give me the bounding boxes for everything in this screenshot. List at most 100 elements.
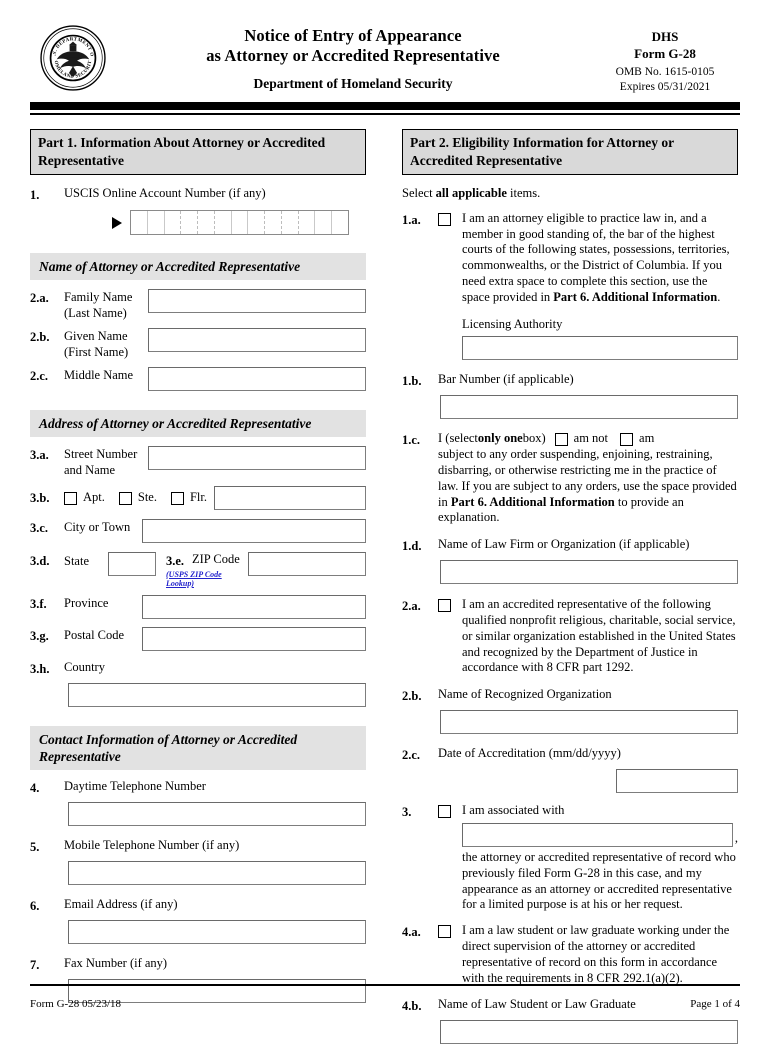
omb-block: DHS Form G-28 OMB No. 1615-0105 Expires … bbox=[590, 22, 740, 95]
email-address-input[interactable] bbox=[68, 920, 366, 944]
postal-code-input[interactable] bbox=[142, 627, 366, 651]
item-1a-checkbox[interactable] bbox=[438, 212, 451, 226]
item-4-label: Daytime Telephone Number bbox=[64, 779, 206, 793]
item-3-checkbox[interactable] bbox=[438, 805, 451, 819]
item-2b-number: 2.b. bbox=[402, 689, 422, 704]
instruction-bold: all applicable bbox=[435, 186, 507, 200]
form-title-line-2: as Attorney or Accredited Representative bbox=[206, 46, 500, 65]
dhs-seal-icon: U.S. DEPARTMENT OF HOMELAND SECURITY bbox=[39, 24, 106, 91]
account-number-cell[interactable] bbox=[248, 211, 266, 234]
am-not-label: am not bbox=[573, 431, 609, 446]
item-1c-text: subject to any order suspending, enjoini… bbox=[438, 447, 738, 526]
item-2b-label: Name of Recognized Organization bbox=[438, 687, 612, 702]
item-3d-3e-row: 3.d. State 3.e. ZIP Code (USPS ZIP Code … bbox=[30, 552, 366, 588]
family-name-input[interactable] bbox=[148, 289, 366, 313]
item-3-comma: , bbox=[734, 831, 738, 846]
agency-name: Department of Homeland Security bbox=[253, 76, 453, 91]
item-5-row: 5. Mobile Telephone Number (if any) bbox=[30, 838, 366, 856]
item-3-text: the attorney or accredited representativ… bbox=[462, 849, 736, 912]
item-3a-label-line1: Street Number bbox=[64, 447, 138, 461]
form-columns: Part 1. Information About Attorney or Ac… bbox=[30, 129, 740, 1044]
account-number-cell[interactable] bbox=[181, 211, 199, 234]
item-7-number: 7. bbox=[30, 958, 40, 972]
item-3g-number: 3.g. bbox=[30, 629, 49, 643]
ste-checkbox[interactable] bbox=[118, 491, 132, 505]
account-number-cell[interactable] bbox=[332, 211, 348, 234]
item-3-right-number: 3. bbox=[402, 805, 412, 820]
item-1a-number: 1.a. bbox=[402, 212, 421, 227]
item-1b-label: Bar Number (if applicable) bbox=[438, 372, 574, 387]
item-2a-checkbox[interactable] bbox=[438, 599, 451, 613]
item-3a-row: 3.a. Street Number and Name bbox=[30, 446, 366, 478]
item-4a-number: 4.a. bbox=[402, 925, 421, 940]
footer-form-id: Form G-28 05/23/18 bbox=[30, 998, 122, 1010]
item-3a-label: Street Number and Name bbox=[64, 446, 148, 478]
item-3c-number: 3.c. bbox=[30, 521, 49, 535]
form-number: Form G-28 bbox=[634, 46, 696, 61]
item-3b-number: 3.b. bbox=[30, 491, 50, 505]
associated-attorney-input[interactable] bbox=[462, 822, 733, 847]
middle-name-input[interactable] bbox=[148, 367, 366, 391]
mobile-telephone-input[interactable] bbox=[68, 861, 366, 885]
law-firm-name-input[interactable] bbox=[440, 560, 738, 585]
account-number-cell[interactable] bbox=[148, 211, 165, 234]
state-input[interactable] bbox=[108, 552, 156, 576]
item-1a-text-post: . bbox=[717, 289, 721, 304]
form-title-block: Notice of Entry of Appearance as Attorne… bbox=[116, 22, 590, 93]
item-6-label: Email Address (if any) bbox=[64, 897, 178, 911]
recognized-organization-input[interactable] bbox=[440, 710, 738, 735]
seal-container: U.S. DEPARTMENT OF HOMELAND SECURITY bbox=[30, 22, 116, 92]
am-label: am bbox=[639, 431, 655, 446]
account-number-cell[interactable] bbox=[198, 211, 215, 234]
part1-column: Part 1. Information About Attorney or Ac… bbox=[30, 129, 366, 1044]
apt-checkbox[interactable] bbox=[64, 491, 77, 505]
item-1d-row: 1.d. Name of Law Firm or Organization (i… bbox=[402, 537, 738, 555]
item-2c-label: Date of Accreditation (mm/dd/yyyy) bbox=[438, 746, 621, 761]
bar-number-input[interactable] bbox=[440, 395, 738, 420]
country-input[interactable] bbox=[68, 683, 366, 707]
item-2c-row: 2.c. Date of Accreditation (mm/dd/yyyy) bbox=[402, 746, 738, 764]
daytime-telephone-input[interactable] bbox=[68, 802, 366, 826]
item-3d-label: State bbox=[64, 554, 89, 568]
street-number-name-input[interactable] bbox=[148, 446, 366, 470]
item-3d-number: 3.d. bbox=[30, 554, 50, 568]
licensing-authority-input[interactable] bbox=[462, 336, 738, 361]
right-triangle-icon bbox=[112, 216, 122, 229]
item-3h-label: Country bbox=[64, 660, 105, 674]
province-input[interactable] bbox=[142, 595, 366, 619]
flr-checkbox[interactable] bbox=[170, 491, 184, 505]
item-1a-text-bold: Part 6. Additional Information bbox=[553, 289, 718, 304]
uscis-account-number-input[interactable] bbox=[130, 210, 349, 235]
am-not-checkbox[interactable] bbox=[554, 432, 568, 446]
item-1-row: 1. USCIS Online Account Number (if any) bbox=[30, 186, 366, 204]
item-1-label: USCIS Online Account Number (if any) bbox=[64, 186, 266, 200]
item-4a-checkbox[interactable] bbox=[438, 925, 451, 939]
item-3g-row: 3.g. Postal Code bbox=[30, 627, 366, 651]
item-1b-row: 1.b. Bar Number (if applicable) bbox=[402, 372, 738, 390]
am-checkbox[interactable] bbox=[620, 432, 634, 446]
unit-number-input[interactable] bbox=[214, 486, 366, 510]
account-number-cell[interactable] bbox=[131, 211, 148, 234]
item-3b-row: 3.b. Apt. Ste. Flr. bbox=[30, 486, 366, 510]
item-3a-label-line2: and Name bbox=[64, 462, 116, 477]
address-section-heading: Address of Attorney or Accredited Repres… bbox=[30, 410, 366, 437]
item-2a-label-line2: (Last Name) bbox=[64, 305, 127, 320]
city-or-town-input[interactable] bbox=[142, 519, 366, 543]
date-of-accreditation-input[interactable] bbox=[616, 769, 738, 794]
item-3c-row: 3.c. City or Town bbox=[30, 519, 366, 543]
part2-column: Part 2. Eligibility Information for Atto… bbox=[402, 129, 738, 1044]
item-2c-row: 2.c. Middle Name bbox=[30, 367, 366, 391]
account-number-cell[interactable] bbox=[315, 211, 333, 234]
account-number-cell[interactable] bbox=[215, 211, 232, 234]
omb-expiration: Expires 05/31/2021 bbox=[619, 81, 711, 93]
usps-zip-lookup-link[interactable]: (USPS ZIP Code Lookup) bbox=[166, 570, 248, 588]
item-5-number: 5. bbox=[30, 840, 40, 854]
account-number-cell[interactable] bbox=[299, 211, 316, 234]
account-number-cell[interactable] bbox=[265, 211, 282, 234]
account-number-cell[interactable] bbox=[165, 211, 182, 234]
given-name-input[interactable] bbox=[148, 328, 366, 352]
zip-code-input[interactable] bbox=[248, 552, 366, 576]
account-number-cell[interactable] bbox=[282, 211, 299, 234]
item-3e-label: ZIP Code bbox=[192, 552, 240, 566]
account-number-cell[interactable] bbox=[232, 211, 249, 234]
